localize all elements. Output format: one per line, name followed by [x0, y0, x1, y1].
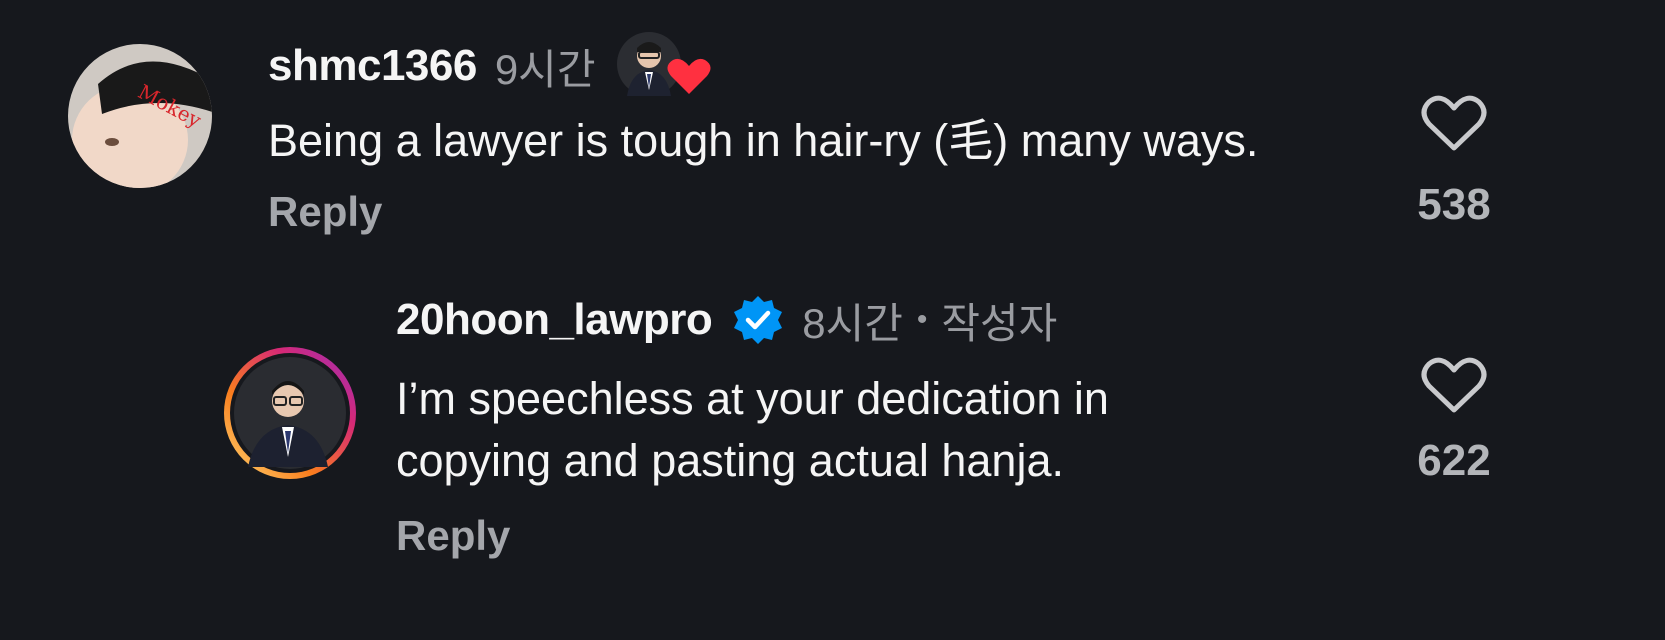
- reply-text: I’m speechless at your dedication in cop…: [396, 368, 1109, 492]
- timestamp: 8시간: [802, 299, 903, 347]
- commenter-avatar[interactable]: Mokey: [68, 44, 212, 188]
- comment-text: Being a lawyer is tough in hair-ry (毛) m…: [268, 115, 1259, 166]
- heart-outline-icon[interactable]: [1421, 356, 1487, 414]
- verified-badge-icon: [734, 296, 783, 344]
- reply-button[interactable]: Reply: [268, 188, 382, 236]
- heart-icon: [667, 58, 712, 94]
- timestamp: 9시간: [494, 45, 596, 93]
- reply-header: 20hoon_lawpro 8시간 • 작성자: [396, 284, 1057, 356]
- liked-by-author-badge: [615, 30, 712, 102]
- heart-outline-icon[interactable]: [1421, 94, 1487, 152]
- comments-thread: Mokey shmc1366 9시간 Being a lawyer is tou…: [0, 0, 1665, 640]
- author-avatar-story-ring[interactable]: [222, 345, 358, 481]
- author-label: 작성자: [941, 299, 1058, 347]
- author-username[interactable]: 20hoon_lawpro: [396, 295, 713, 345]
- separator-dot: •: [916, 303, 928, 336]
- reply-button[interactable]: Reply: [396, 512, 510, 560]
- username[interactable]: shmc1366: [268, 41, 477, 91]
- like-count: 538: [1417, 180, 1491, 229]
- reply-text-line: I’m speechless at your dedication in: [396, 373, 1109, 424]
- reply-text-line: copying and pasting actual hanja.: [396, 435, 1064, 486]
- like-count: 622: [1417, 436, 1491, 485]
- comment-header: shmc1366 9시간: [268, 30, 712, 102]
- baby-photo-icon: Mokey: [68, 44, 212, 188]
